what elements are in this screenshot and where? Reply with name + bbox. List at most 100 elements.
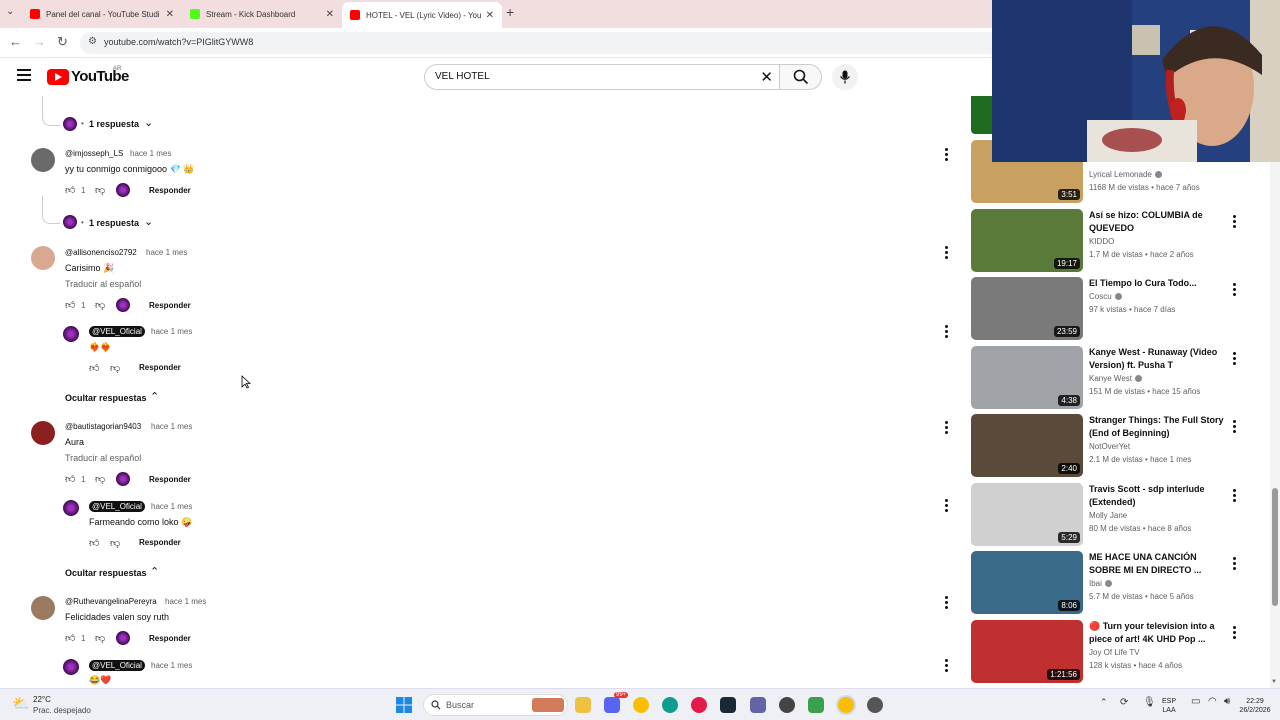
- video-title[interactable]: Stranger Things: The Full Story (End of …: [1089, 414, 1227, 440]
- back-arrow-icon[interactable]: ←: [9, 34, 22, 49]
- hide-replies-button[interactable]: Ocultar respuestas: [65, 568, 147, 578]
- tab-hotel-video[interactable]: HOTEL - VEL (Lyric Video) - You ✕: [342, 2, 502, 28]
- replies-toggle[interactable]: 1 respuesta: [89, 119, 139, 129]
- video-thumbnail[interactable]: 1:21:56: [971, 620, 1083, 683]
- dislike-icon[interactable]: 👎︎: [95, 299, 105, 311]
- close-icon[interactable]: ✕: [166, 9, 174, 20]
- more-options-icon[interactable]: [945, 148, 949, 163]
- language-indicator[interactable]: ESP LAA: [1162, 697, 1176, 715]
- voice-search-button[interactable]: [832, 64, 858, 90]
- comment-author[interactable]: @imjosseph_LS: [65, 149, 123, 158]
- teams-icon[interactable]: [750, 697, 766, 713]
- comment-time[interactable]: hace 1 mes: [146, 248, 187, 257]
- video-title[interactable]: Kanye West - Runaway (Video Version) ft.…: [1089, 346, 1227, 372]
- new-tab-icon[interactable]: +: [506, 4, 514, 20]
- dislike-icon[interactable]: 👎︎: [95, 632, 105, 644]
- scrollbar-thumb[interactable]: [1272, 488, 1278, 606]
- dislike-icon[interactable]: 👎︎: [95, 184, 105, 196]
- suggested-video-item[interactable]: 5:29 Travis Scott - sdp interlude (Extend…: [971, 483, 1261, 547]
- reply-time[interactable]: hace 1 mes: [151, 502, 192, 511]
- forward-arrow-icon[interactable]: →: [33, 34, 46, 49]
- more-options-icon[interactable]: [1233, 420, 1237, 435]
- chrome-icon[interactable]: [633, 697, 649, 713]
- chevron-up-icon[interactable]: ⌃: [150, 390, 159, 403]
- reply-button[interactable]: Responder: [149, 475, 191, 484]
- suggested-video-item[interactable]: 23:59 El Tiempo lo Cura Todo... Coscu 97 k …: [971, 277, 1261, 341]
- chevron-up-icon[interactable]: ⌃: [150, 565, 159, 578]
- video-thumbnail[interactable]: 4:38: [971, 346, 1083, 409]
- more-options-icon[interactable]: [945, 499, 949, 514]
- video-channel[interactable]: Lyrical Lemonade: [1089, 170, 1162, 179]
- app-icon[interactable]: [808, 697, 824, 713]
- file-explorer-icon[interactable]: [575, 697, 591, 713]
- video-channel[interactable]: Ibai: [1089, 579, 1112, 588]
- microphone-icon[interactable]: 🎙︎: [1143, 697, 1156, 708]
- tab-youtube-studio[interactable]: Panel del canal - YouTube Studi ✕: [22, 3, 182, 25]
- reply-button[interactable]: Responder: [139, 538, 181, 547]
- like-icon[interactable]: 👍︎: [65, 632, 75, 644]
- reply-button[interactable]: Responder: [149, 634, 191, 643]
- more-options-icon[interactable]: [945, 596, 949, 611]
- comment-author[interactable]: @RuthevangelinaPereyra: [65, 597, 157, 606]
- avatar[interactable]: [31, 148, 55, 172]
- chevron-up-icon[interactable]: ⌃: [1100, 697, 1108, 708]
- video-channel[interactable]: KIDDO: [1089, 237, 1114, 246]
- chevron-down-icon[interactable]: ⌄: [144, 215, 153, 228]
- more-options-icon[interactable]: [1233, 215, 1237, 230]
- video-channel[interactable]: Molly Jane: [1089, 511, 1127, 520]
- more-options-icon[interactable]: [945, 325, 949, 340]
- avatar[interactable]: [63, 659, 79, 675]
- video-thumbnail[interactable]: 5:29: [971, 483, 1083, 546]
- reply-button[interactable]: Responder: [149, 186, 191, 195]
- settings-icon[interactable]: [867, 697, 883, 713]
- chrome-active-icon[interactable]: [838, 697, 854, 713]
- more-options-icon[interactable]: [1233, 283, 1237, 298]
- suggested-video-item[interactable]: 19:17 Así se hizo: COLUMBIA de QUEVEDO KID…: [971, 209, 1261, 273]
- dislike-icon[interactable]: 👎︎: [110, 362, 120, 374]
- video-thumbnail[interactable]: 2:40: [971, 414, 1083, 477]
- taskbar-search-input[interactable]: Buscar: [423, 694, 568, 716]
- hide-replies-button[interactable]: Ocultar respuestas: [65, 393, 147, 403]
- more-options-icon[interactable]: [945, 246, 949, 261]
- weather-desc[interactable]: Prac. despejado: [33, 706, 91, 715]
- like-icon[interactable]: 👍︎: [65, 299, 75, 311]
- display-icon[interactable]: ▭: [1191, 696, 1200, 707]
- search-input[interactable]: VEL HOTEL ✕: [424, 64, 780, 90]
- like-icon[interactable]: 👍︎: [89, 537, 99, 549]
- more-options-icon[interactable]: [945, 421, 949, 436]
- wifi-icon[interactable]: ◠: [1208, 696, 1217, 707]
- chevron-down-icon[interactable]: ⌄: [144, 116, 153, 129]
- close-icon[interactable]: ✕: [486, 10, 494, 21]
- video-channel[interactable]: Kanye West: [1089, 374, 1142, 383]
- like-icon[interactable]: 👍︎: [65, 184, 75, 196]
- volume-icon[interactable]: 🔊︎: [1224, 696, 1230, 707]
- like-icon[interactable]: 👍︎: [89, 362, 99, 374]
- video-channel[interactable]: Coscu: [1089, 292, 1122, 301]
- more-options-icon[interactable]: [1233, 489, 1237, 504]
- owner-badge[interactable]: @VEL_Oficial: [89, 501, 145, 512]
- site-info-icon[interactable]: ⚙: [88, 36, 97, 47]
- reply-time[interactable]: hace 1 mes: [151, 661, 192, 670]
- tab-kick-dashboard[interactable]: Stream - Kick Dashboard ✕: [182, 3, 342, 25]
- scroll-down-icon[interactable]: ▼: [1271, 679, 1277, 685]
- tab-search-icon[interactable]: ⌄: [6, 6, 14, 17]
- partial-thumbnail[interactable]: [971, 96, 993, 134]
- video-channel[interactable]: Joy Of Life TV: [1089, 648, 1140, 657]
- video-title[interactable]: 🔴 Turn your television into a piece of a…: [1089, 620, 1227, 646]
- reload-icon[interactable]: ↻: [57, 34, 68, 50]
- avatar[interactable]: [31, 596, 55, 620]
- suggested-video-item[interactable]: 4:38 Kanye West - Runaway (Video Version)…: [971, 346, 1261, 410]
- comment-time[interactable]: hace 1 mes: [130, 149, 171, 158]
- translate-link[interactable]: Traducir al español: [65, 279, 141, 289]
- app-icon[interactable]: [779, 697, 795, 713]
- weather-temp[interactable]: 22°C: [33, 695, 51, 704]
- more-options-icon[interactable]: [1233, 352, 1237, 367]
- avatar[interactable]: [63, 500, 79, 516]
- reply-button[interactable]: Responder: [149, 301, 191, 310]
- video-title[interactable]: Así se hizo: COLUMBIA de QUEVEDO: [1089, 209, 1227, 235]
- dislike-icon[interactable]: 👎︎: [95, 473, 105, 485]
- reply-button[interactable]: Responder: [139, 363, 181, 372]
- more-options-icon[interactable]: [1233, 557, 1237, 572]
- avatar[interactable]: [31, 421, 55, 445]
- weather-icon[interactable]: ⛅: [12, 695, 29, 712]
